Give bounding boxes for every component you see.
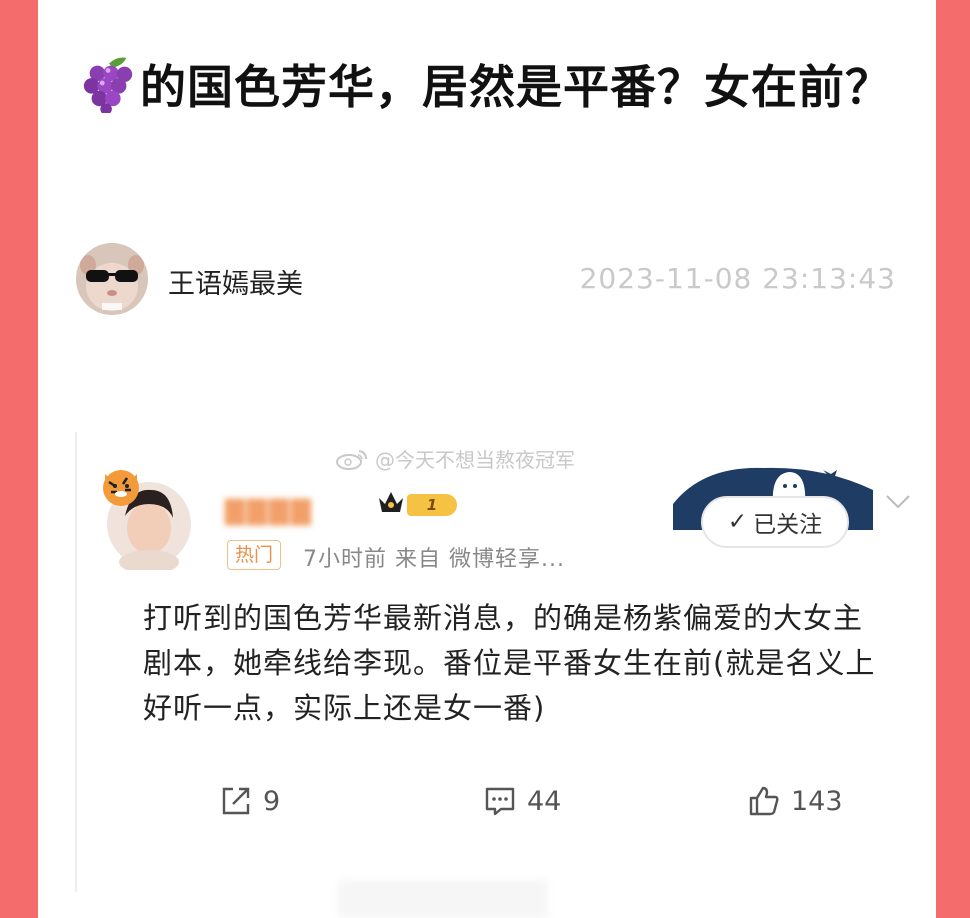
repost-count: 9 xyxy=(263,785,281,817)
follow-button[interactable]: ✓ 已关注 xyxy=(701,496,849,548)
comment-button[interactable]: 44 xyxy=(483,784,561,818)
like-count: 143 xyxy=(791,785,843,817)
repost-icon xyxy=(222,787,250,815)
avatar-image xyxy=(76,243,148,315)
weibo-logo-icon xyxy=(336,449,367,470)
check-icon: ✓ xyxy=(727,509,748,535)
post-meta: 7小时前 来自 微博轻享... xyxy=(303,547,565,572)
comment-count: 44 xyxy=(527,785,562,817)
author-name[interactable]: 王语嫣最美 xyxy=(168,262,303,301)
watermark-text: @今天不想当熬夜冠军 xyxy=(375,448,575,472)
grape-emoji-icon xyxy=(83,57,133,113)
repost-button[interactable]: 9 xyxy=(219,784,280,818)
commenter-avatar[interactable] xyxy=(101,466,193,574)
avatar-image xyxy=(103,470,191,574)
crown-icon xyxy=(379,492,403,512)
commenter-name-blurred[interactable]: ▇▇▇▇ xyxy=(225,496,313,526)
post-timestamp: 2023-11-08 23:13:43 xyxy=(579,262,896,295)
level-badge: 1 xyxy=(407,494,457,516)
blurred-footer-area xyxy=(338,880,548,918)
follow-button-label: 已关注 xyxy=(753,512,823,538)
chevron-down-icon[interactable] xyxy=(885,494,911,510)
embedded-weibo-post: @今天不想当熬夜冠军 ▇▇▇▇ 1 热门 7小时前 来自 微博轻享... ✓ 已… xyxy=(75,432,910,892)
author-avatar[interactable] xyxy=(76,243,148,315)
article-title: 的国色芳华，居然是平番？女在前？ xyxy=(80,52,900,122)
like-icon xyxy=(749,786,779,816)
article-page: 的国色芳华，居然是平番？女在前？ 王语嫣最美 2023-11-08 23:13:… xyxy=(38,0,936,918)
article-title-text: 的国色芳华，居然是平番？女在前？ xyxy=(140,60,892,114)
hot-tag: 热门 xyxy=(227,540,282,570)
watermark: @今天不想当熬夜冠军 xyxy=(335,444,575,473)
post-body: 打听到的国色芳华最新消息，的确是杨紫偏爱的大女主剧本，她牵线给李现。番位是平番女… xyxy=(143,601,876,725)
like-button[interactable]: 143 xyxy=(747,784,843,818)
comment-icon xyxy=(485,787,515,816)
